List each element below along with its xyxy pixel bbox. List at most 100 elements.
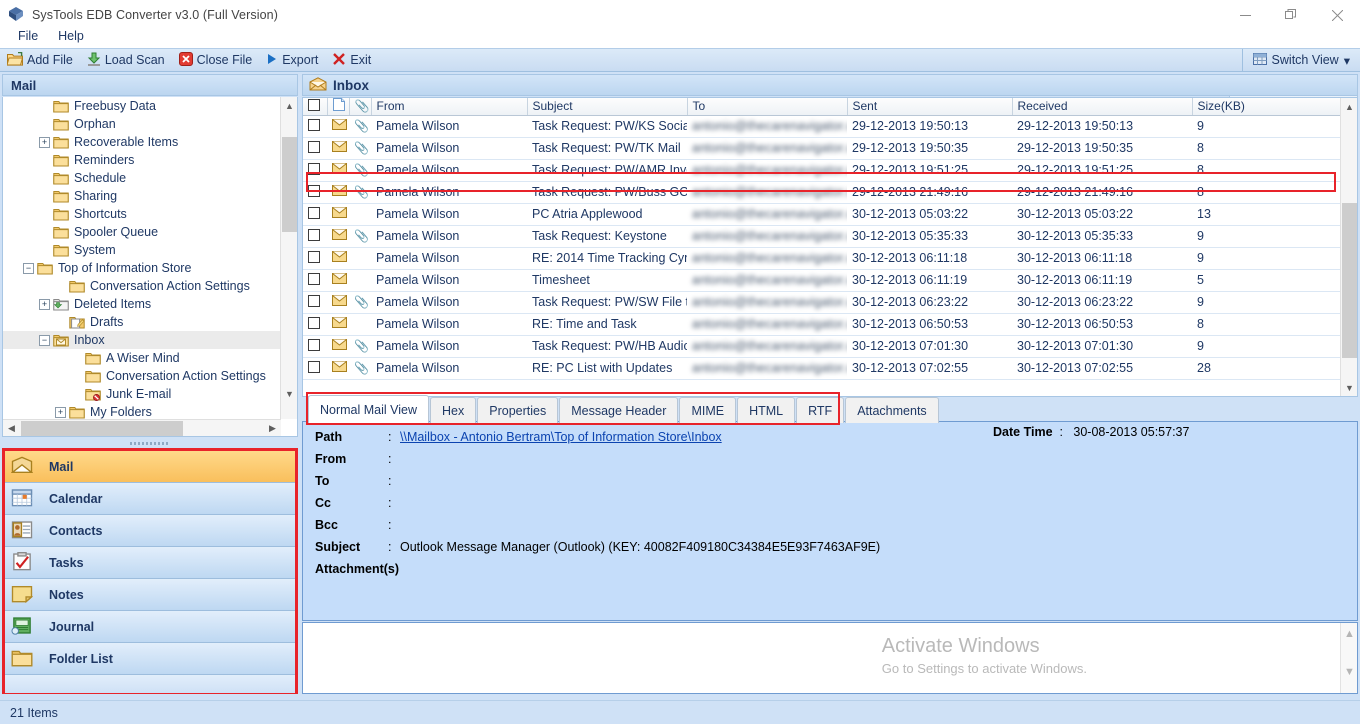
- tree-node-spooler-queue[interactable]: Spooler Queue: [3, 223, 281, 241]
- row-select-cell[interactable]: [303, 137, 327, 159]
- list-scroll-up-icon[interactable]: ▲: [1341, 98, 1358, 115]
- col-read-status[interactable]: [327, 98, 349, 115]
- pane-splitter[interactable]: [2, 438, 298, 448]
- load-scan-button[interactable]: Load Scan: [80, 49, 172, 71]
- tree-node-inbox[interactable]: −Inbox: [3, 331, 281, 349]
- col-sent[interactable]: Sent: [847, 98, 1012, 115]
- row-select-cell[interactable]: [303, 291, 327, 313]
- menu-help[interactable]: Help: [48, 26, 94, 46]
- message-row[interactable]: Pamela WilsonRE: 2014 Time Tracking Cynt…: [303, 247, 1342, 269]
- row-checkbox[interactable]: [308, 141, 320, 153]
- row-checkbox[interactable]: [308, 119, 320, 131]
- tree-node-shortcuts[interactable]: Shortcuts: [3, 205, 281, 223]
- row-select-cell[interactable]: [303, 159, 327, 181]
- tree-node-conversation-action-settings[interactable]: Conversation Action Settings: [3, 367, 281, 385]
- row-checkbox[interactable]: [308, 207, 320, 219]
- tree-node-system[interactable]: System: [3, 241, 281, 259]
- tree-node-reminders[interactable]: Reminders: [3, 151, 281, 169]
- tree-node-top-of-information-store[interactable]: −Top of Information Store: [3, 259, 281, 277]
- scroll-right-icon[interactable]: ▶: [264, 420, 281, 437]
- tree-node-conversation-action-settings[interactable]: Conversation Action Settings: [3, 277, 281, 295]
- message-row[interactable]: 📎Pamela WilsonTask Request: PW/AMR Invoi…: [303, 159, 1342, 181]
- tree-node-my-folders[interactable]: +My Folders: [3, 403, 281, 419]
- tree-node-orphan[interactable]: Orphan: [3, 115, 281, 133]
- col-select-all[interactable]: [303, 98, 327, 115]
- tree-node-recoverable-items[interactable]: +Recoverable Items: [3, 133, 281, 151]
- list-vertical-scrollbar[interactable]: ▲ ▼: [1340, 98, 1357, 396]
- row-checkbox[interactable]: [308, 251, 320, 263]
- row-checkbox[interactable]: [308, 317, 320, 329]
- scroll-up-icon[interactable]: ▲: [281, 97, 298, 114]
- tree-node-schedule[interactable]: Schedule: [3, 169, 281, 187]
- nav-button-folder-list[interactable]: Folder List: [5, 643, 295, 675]
- tree-horizontal-scrollbar[interactable]: ◀ ▶: [3, 419, 281, 436]
- row-select-cell[interactable]: [303, 247, 327, 269]
- add-file-button[interactable]: Add File: [0, 49, 80, 71]
- message-row[interactable]: 📎Pamela WilsonTask Request: Keystoneanto…: [303, 225, 1342, 247]
- message-row[interactable]: 📎Pamela WilsonTask Request: PW/Buss GCan…: [303, 181, 1342, 203]
- tree-node-junk-e-mail[interactable]: Junk E-mail: [3, 385, 281, 403]
- message-row[interactable]: 📎Pamela WilsonTask Request: PW/SW File t…: [303, 291, 1342, 313]
- nav-button-tasks[interactable]: Tasks: [5, 547, 295, 579]
- expand-icon[interactable]: +: [39, 299, 50, 310]
- row-checkbox[interactable]: [308, 185, 320, 197]
- tree-node-drafts[interactable]: Drafts: [3, 313, 281, 331]
- folder-tree[interactable]: Freebusy DataOrphan+Recoverable ItemsRem…: [3, 97, 281, 419]
- menu-file[interactable]: File: [8, 26, 48, 46]
- close-file-button[interactable]: Close File: [172, 49, 260, 71]
- tree-node-a-wiser-mind[interactable]: A Wiser Mind: [3, 349, 281, 367]
- list-scroll-thumb[interactable]: [1342, 203, 1357, 358]
- detail-field-value-link[interactable]: \\Mailbox - Antonio Bertram\Top of Infor…: [400, 430, 722, 444]
- col-size[interactable]: Size(KB): [1192, 98, 1342, 115]
- row-checkbox[interactable]: [308, 273, 320, 285]
- message-row[interactable]: 📎Pamela WilsonTask Request: PW/TK Mailan…: [303, 137, 1342, 159]
- col-received[interactable]: Received: [1012, 98, 1192, 115]
- scroll-down-icon[interactable]: ▼: [281, 385, 298, 402]
- export-button[interactable]: Export: [259, 49, 325, 71]
- scroll-left-icon[interactable]: ◀: [3, 420, 20, 437]
- col-attachment[interactable]: 📎: [349, 98, 371, 115]
- col-from[interactable]: From: [371, 98, 527, 115]
- nav-button-notes[interactable]: Notes: [5, 579, 295, 611]
- col-subject[interactable]: Subject: [527, 98, 687, 115]
- expand-icon[interactable]: +: [39, 137, 50, 148]
- message-row[interactable]: 📎Pamela WilsonRE: PC List with Updatesan…: [303, 357, 1342, 379]
- nav-button-calendar[interactable]: Calendar: [5, 483, 295, 515]
- tree-node-deleted-items[interactable]: +Deleted Items: [3, 295, 281, 313]
- message-row[interactable]: 📎Pamela WilsonTask Request: PW/KS Social…: [303, 115, 1342, 137]
- tree-node-sharing[interactable]: Sharing: [3, 187, 281, 205]
- row-select-cell[interactable]: [303, 357, 327, 379]
- select-all-checkbox[interactable]: [308, 99, 320, 111]
- row-select-cell[interactable]: [303, 181, 327, 203]
- nav-button-journal[interactable]: Journal: [5, 611, 295, 643]
- row-checkbox[interactable]: [308, 361, 320, 373]
- message-row[interactable]: 📎Pamela WilsonTask Request: PW/HB Audiol…: [303, 335, 1342, 357]
- row-checkbox[interactable]: [308, 339, 320, 351]
- body-scroll-up-icon[interactable]: ▲: [1341, 623, 1358, 645]
- list-scroll-down-icon[interactable]: ▼: [1341, 379, 1358, 396]
- row-select-cell[interactable]: [303, 313, 327, 335]
- nav-button-mail[interactable]: Mail: [5, 451, 295, 483]
- tab-attachments[interactable]: Attachments: [845, 397, 938, 423]
- row-select-cell[interactable]: [303, 225, 327, 247]
- detail-path-link[interactable]: \\Mailbox - Antonio Bertram\Top of Infor…: [400, 430, 722, 444]
- body-vertical-scrollbar[interactable]: ▲ ▼: [1340, 623, 1357, 693]
- tree-node-freebusy-data[interactable]: Freebusy Data: [3, 97, 281, 115]
- row-select-cell[interactable]: [303, 203, 327, 225]
- row-checkbox[interactable]: [308, 229, 320, 241]
- switch-view-button[interactable]: Switch View ▾: [1242, 49, 1360, 71]
- collapse-icon[interactable]: −: [39, 335, 50, 346]
- row-select-cell[interactable]: [303, 335, 327, 357]
- col-to[interactable]: To: [687, 98, 847, 115]
- row-select-cell[interactable]: [303, 115, 327, 137]
- body-scroll-down-icon[interactable]: ▼: [1341, 661, 1358, 683]
- exit-button[interactable]: Exit: [325, 49, 378, 71]
- message-row[interactable]: Pamela WilsonRE: Time and Taskantonio@th…: [303, 313, 1342, 335]
- tree-scroll-thumb[interactable]: [282, 137, 297, 232]
- nav-button-contacts[interactable]: Contacts: [5, 515, 295, 547]
- collapse-icon[interactable]: −: [23, 263, 34, 274]
- tree-hscroll-thumb[interactable]: [21, 421, 183, 436]
- expand-icon[interactable]: +: [55, 407, 66, 418]
- row-checkbox[interactable]: [308, 163, 320, 175]
- message-row[interactable]: Pamela WilsonPC Atria Applewoodantonio@t…: [303, 203, 1342, 225]
